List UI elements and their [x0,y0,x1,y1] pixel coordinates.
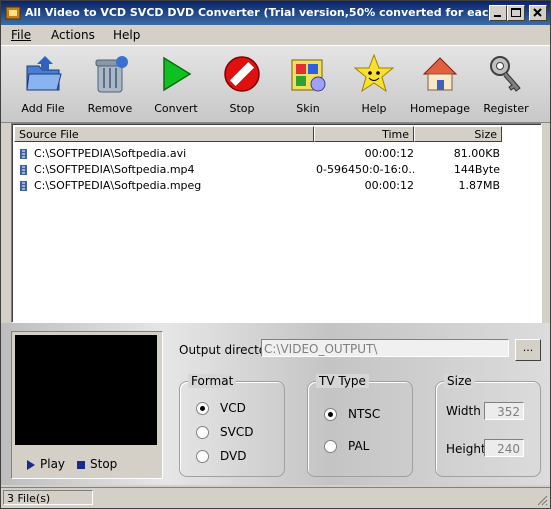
close-icon [533,8,542,17]
width-field[interactable]: 352 [484,402,524,420]
row-time: 0-596450:0-16:0... [316,163,414,176]
column-time[interactable]: Time [314,126,414,142]
row-size: 144Byte [453,163,500,176]
trash-can-icon [95,56,128,93]
title-bar[interactable]: All Video to VCD SVCD DVD Converter (Tri… [1,1,550,25]
window-title: All Video to VCD SVCD DVD Converter (Tri… [25,6,495,19]
radio-dot [324,440,337,453]
radio-dot [196,450,209,463]
close-button[interactable] [529,5,547,21]
homepage-label: Homepage [410,102,470,115]
key-icon [490,56,521,92]
house-icon [422,57,458,91]
table-row[interactable]: C:\SOFTPEDIA\Softpedia.mp4 0-596450:0-16… [14,162,504,178]
preview-screen [15,335,157,445]
register-button[interactable]: Register [474,50,538,120]
menu-help[interactable]: Help [113,28,140,42]
height-label: Height [446,442,486,456]
app-icon [5,6,21,20]
play-icon [27,460,35,470]
tv-type-group-title: TV Type [316,374,369,388]
main-window: All Video to VCD SVCD DVD Converter (Tri… [0,0,551,509]
height-field[interactable]: 240 [484,439,524,457]
minimize-icon [494,15,501,17]
size-group: Size Width 352 Height 240 [435,374,541,477]
play-label: Play [40,457,66,471]
format-svcd-label: SVCD [220,425,254,439]
register-label: Register [483,102,529,115]
tv-type-group: TV Type NTSC PAL [307,374,413,477]
minimize-button[interactable] [489,5,507,21]
convert-label: Convert [154,102,198,115]
settings-panel: Play Stop Output directory: C:\VIDEO_OUT… [1,323,550,485]
film-file-icon [20,181,27,191]
radio-dot [324,408,337,421]
menu-bar: File Actions Help [1,25,550,45]
skin-button[interactable]: Skin [276,50,340,120]
menu-help-label: Help [113,28,141,42]
column-source-file[interactable]: Source File [14,126,314,142]
preview-panel: Play Stop [11,331,163,479]
table-row[interactable]: C:\SOFTPEDIA\Softpedia.avi 00:00:12 81.0… [14,146,504,162]
menu-file-label: File [11,28,32,42]
row-size: 1.87MB [458,179,500,192]
stop-button[interactable]: Stop [210,50,274,120]
radio-dot [196,426,209,439]
row-time: 00:00:12 [364,147,414,160]
file-count-status: 3 File(s) [3,490,93,505]
row-file: C:\SOFTPEDIA\Softpedia.avi [34,147,187,160]
row-size: 81.00KB [453,147,500,160]
format-group: Format VCD SVCD DVD [179,374,285,477]
size-group-title: Size [444,374,475,388]
format-dvd-label: DVD [220,449,247,463]
star-face-icon [354,53,394,93]
film-file-icon [20,149,27,159]
menu-actions[interactable]: Actions [51,28,95,42]
skin-label: Skin [296,102,320,115]
row-time: 00:00:12 [364,179,414,192]
file-list[interactable]: Source File Time Size C:\SOFTPEDIA\Softp… [11,123,542,323]
help-label: Help [361,102,387,115]
palette-icon [291,59,326,92]
radio-dot [196,402,209,415]
output-directory-field[interactable]: C:\VIDEO_OUTPUT\ [261,339,509,357]
add-file-label: Add File [21,102,65,115]
format-group-title: Format [188,374,237,388]
status-bar: 3 File(s) [1,487,550,508]
toolbar: Add File Remove Convert Stop Skin Help H… [1,45,550,123]
maximize-button[interactable] [507,5,525,21]
stop-sign-icon [224,56,260,92]
remove-label: Remove [87,102,133,115]
width-label: Width [446,404,481,418]
stop-preview-label: Stop [90,457,118,471]
format-vcd-label: VCD [220,401,246,415]
convert-button[interactable]: Convert [144,50,208,120]
column-size[interactable]: Size [414,126,502,142]
row-file: C:\SOFTPEDIA\Softpedia.mp4 [34,163,195,176]
play-arrow-icon [163,56,192,92]
tv-ntsc-label: NTSC [348,407,381,421]
maximize-icon [511,8,521,17]
help-button[interactable]: Help [342,50,406,120]
table-row[interactable]: C:\SOFTPEDIA\Softpedia.mpeg 00:00:12 1.8… [14,178,504,194]
stop-label: Stop [229,102,255,115]
menu-actions-label: Actions [51,28,95,42]
remove-button[interactable]: Remove [78,50,142,120]
film-file-icon [20,165,27,175]
resize-grip-icon[interactable] [536,494,548,506]
add-file-button[interactable]: Add File [11,50,75,120]
menu-file[interactable]: File [11,28,31,42]
browse-button[interactable]: ... [515,339,541,361]
homepage-button[interactable]: Homepage [408,50,472,120]
stop-icon [77,461,85,469]
row-file: C:\SOFTPEDIA\Softpedia.mpeg [34,179,202,192]
tv-pal-label: PAL [348,439,370,453]
folder-add-icon [26,56,62,91]
